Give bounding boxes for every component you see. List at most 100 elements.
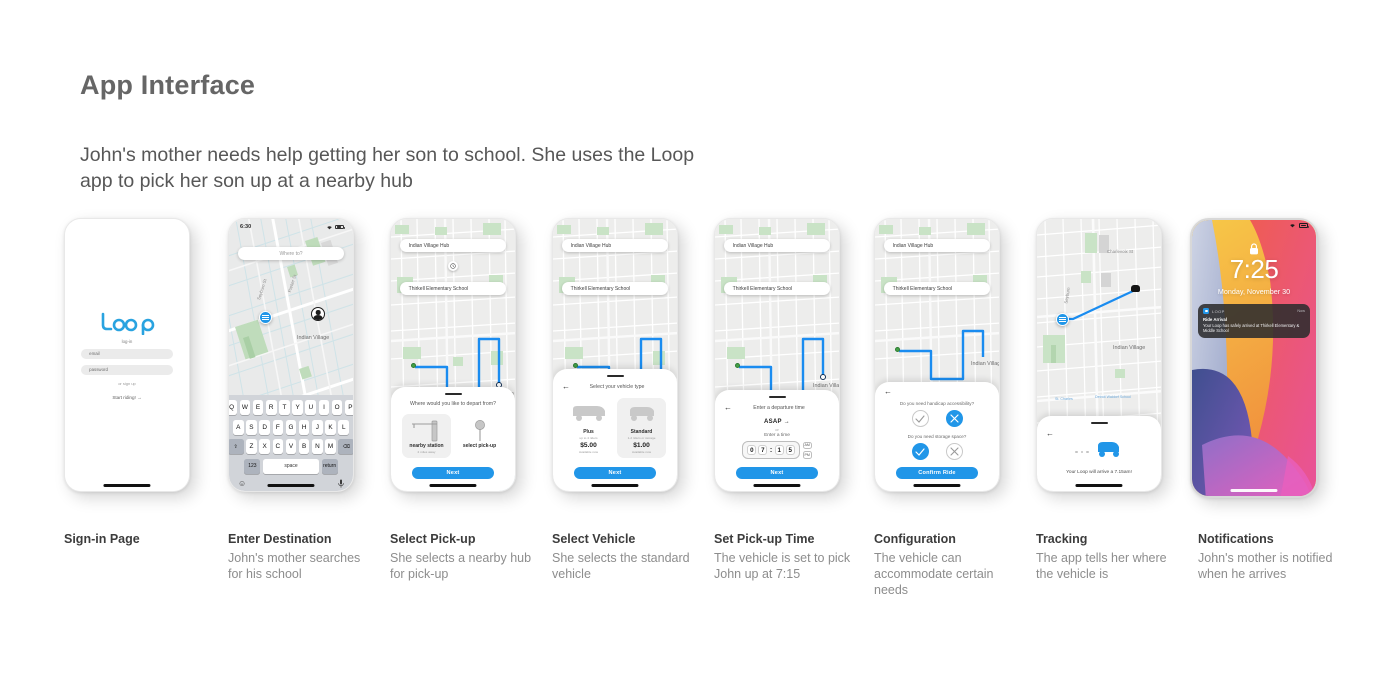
time-picker[interactable]: 0 7 : 1 5 AM PM bbox=[724, 441, 830, 459]
start-riding-button[interactable]: Start riding! → bbox=[112, 395, 141, 400]
key-i[interactable]: I bbox=[318, 400, 330, 415]
destination-input[interactable]: Thirkell Elementary School bbox=[561, 282, 669, 295]
key-d[interactable]: D bbox=[259, 419, 270, 435]
next-button[interactable]: Next bbox=[573, 467, 657, 479]
ios-keyboard[interactable]: Q W E R T Y U I O P A S D F G H J K L ⇧ … bbox=[229, 395, 353, 491]
sheet-grabber[interactable] bbox=[1090, 422, 1108, 424]
origin-input[interactable]: Indian Village Hub bbox=[561, 239, 669, 252]
home-indicator bbox=[103, 484, 151, 487]
keyboard-row-3: ⇧ Z X C V B N M ⌫ bbox=[229, 439, 353, 454]
key-u[interactable]: U bbox=[305, 400, 317, 415]
pickup-hub-marker[interactable] bbox=[1056, 313, 1069, 326]
sheet-grabber[interactable] bbox=[768, 396, 786, 398]
ampm-toggle[interactable]: AM PM bbox=[802, 441, 812, 459]
emoji-icon[interactable]: ☺ bbox=[238, 479, 246, 488]
destination-input[interactable]: Thirkell Elementary School bbox=[883, 282, 991, 295]
search-input[interactable]: Where to? bbox=[237, 247, 345, 260]
next-button[interactable]: Next bbox=[735, 467, 819, 479]
hour-ones-digit[interactable]: 7 bbox=[758, 445, 768, 455]
pm-button[interactable]: PM bbox=[802, 451, 812, 459]
key-q[interactable]: Q bbox=[229, 400, 237, 415]
lock-time: 7:25 bbox=[1229, 254, 1279, 284]
key-y[interactable]: Y bbox=[292, 400, 303, 415]
caption-body: John's mother searches for his school bbox=[228, 551, 361, 581]
key-p[interactable]: P bbox=[345, 400, 353, 415]
storage-no-button[interactable] bbox=[945, 443, 963, 460]
vehicle-marker[interactable] bbox=[1131, 285, 1140, 292]
key-r[interactable]: R bbox=[265, 400, 277, 415]
vehicle-option-standard[interactable]: Standard 1-2 riders or storage $1.00 Ava… bbox=[617, 397, 666, 458]
key-c[interactable]: C bbox=[272, 439, 284, 454]
sheet-header: ← Select your vehicle type bbox=[562, 382, 668, 391]
key-a[interactable]: A bbox=[232, 419, 244, 435]
pickup-options: nearby station 2 miles away select pick-… bbox=[400, 413, 506, 458]
origin-input[interactable]: Indian Village Hub bbox=[399, 239, 507, 252]
key-j[interactable]: J bbox=[312, 419, 323, 435]
phone-frame-select-vehicle: Indian Village Indian Village Hub Thirke… bbox=[552, 218, 678, 492]
key-v[interactable]: V bbox=[285, 439, 297, 454]
delete-key[interactable]: ⌫ bbox=[338, 439, 353, 454]
microphone-icon[interactable] bbox=[338, 479, 344, 488]
back-icon[interactable]: ← bbox=[562, 382, 570, 391]
digit-group[interactable]: 0 7 : 1 5 bbox=[742, 441, 800, 459]
notification-banner[interactable]: LOOP Now Ride Arrival Your Loop has safe… bbox=[1198, 304, 1310, 338]
key-b[interactable]: B bbox=[298, 439, 310, 454]
confirm-ride-button[interactable]: Confirm Ride bbox=[895, 467, 979, 479]
numbers-key[interactable]: 123 bbox=[244, 458, 261, 474]
key-n[interactable]: N bbox=[312, 439, 323, 454]
caption-title: Tracking bbox=[1036, 532, 1088, 546]
key-f[interactable]: F bbox=[272, 419, 284, 435]
back-icon[interactable]: ← bbox=[724, 404, 732, 412]
option-select-pickup[interactable]: select pick-up bbox=[455, 414, 504, 454]
shift-key[interactable]: ⇧ bbox=[229, 439, 244, 454]
map-neighborhood-label: Indian Village bbox=[971, 361, 999, 367]
destination-input[interactable]: Thirkell Elementary School bbox=[723, 282, 831, 295]
key-o[interactable]: O bbox=[331, 400, 343, 415]
hub-marker[interactable] bbox=[259, 311, 272, 324]
key-h[interactable]: H bbox=[298, 419, 310, 435]
loop-logo bbox=[99, 311, 155, 335]
app-interface-board: App Interface John's mother needs help g… bbox=[0, 0, 1400, 700]
am-button[interactable]: AM bbox=[802, 441, 812, 449]
key-s[interactable]: S bbox=[246, 419, 257, 435]
origin-input[interactable]: Indian Village Hub bbox=[723, 239, 831, 252]
key-e[interactable]: E bbox=[252, 400, 264, 415]
vehicle-option-plus[interactable]: Plus up to 4 riders $5.00 Available now bbox=[564, 398, 613, 458]
vehicle-availability: Available now bbox=[578, 450, 599, 454]
notification-timestamp: Now bbox=[1297, 309, 1305, 313]
hour-tens-digit[interactable]: 0 bbox=[747, 445, 757, 455]
origin-input[interactable]: Indian Village Hub bbox=[883, 239, 991, 252]
sheet-grabber[interactable] bbox=[606, 374, 624, 377]
password-field[interactable]: password bbox=[81, 364, 173, 375]
handicap-no-button[interactable] bbox=[945, 410, 963, 427]
sign-up-link[interactable]: or sign up bbox=[118, 381, 136, 386]
time-sheet: ← Enter a departure time ASAP → or Enter… bbox=[715, 390, 839, 491]
next-button[interactable]: Next bbox=[411, 467, 495, 479]
key-x[interactable]: X bbox=[259, 439, 270, 454]
sheet-grabber[interactable] bbox=[444, 392, 462, 395]
caption-title: Configuration bbox=[874, 532, 956, 546]
back-icon[interactable]: ← bbox=[1046, 430, 1054, 438]
question-storage-choices bbox=[884, 443, 990, 460]
key-l[interactable]: L bbox=[338, 419, 350, 435]
handicap-yes-button[interactable] bbox=[911, 410, 929, 427]
space-key[interactable]: space bbox=[263, 458, 319, 474]
key-m[interactable]: M bbox=[325, 439, 336, 454]
key-z[interactable]: Z bbox=[246, 439, 257, 454]
back-icon[interactable]: ← bbox=[884, 388, 892, 396]
storage-yes-button[interactable] bbox=[911, 443, 929, 460]
caption-body: The app tells her where the vehicle is bbox=[1036, 551, 1167, 581]
key-k[interactable]: K bbox=[325, 419, 336, 435]
key-g[interactable]: G bbox=[285, 419, 297, 435]
minute-ones-digit[interactable]: 5 bbox=[785, 445, 795, 455]
email-field[interactable]: email bbox=[81, 348, 173, 359]
caption-set-pickup-time: Set Pick-up Time The vehicle is set to p… bbox=[714, 532, 864, 582]
minute-tens-digit[interactable]: 1 bbox=[774, 445, 784, 455]
key-w[interactable]: W bbox=[239, 400, 251, 415]
key-t[interactable]: T bbox=[279, 400, 290, 415]
phone-frame-set-pickup-time: Indian Village Indian Village Hub Thirke… bbox=[714, 218, 840, 492]
asap-button[interactable]: ASAP → bbox=[724, 419, 830, 425]
option-nearby-station[interactable]: nearby station 2 miles away bbox=[402, 413, 451, 458]
return-key[interactable]: return bbox=[321, 458, 338, 474]
destination-input[interactable]: Thirkell Elementary School bbox=[399, 282, 507, 295]
